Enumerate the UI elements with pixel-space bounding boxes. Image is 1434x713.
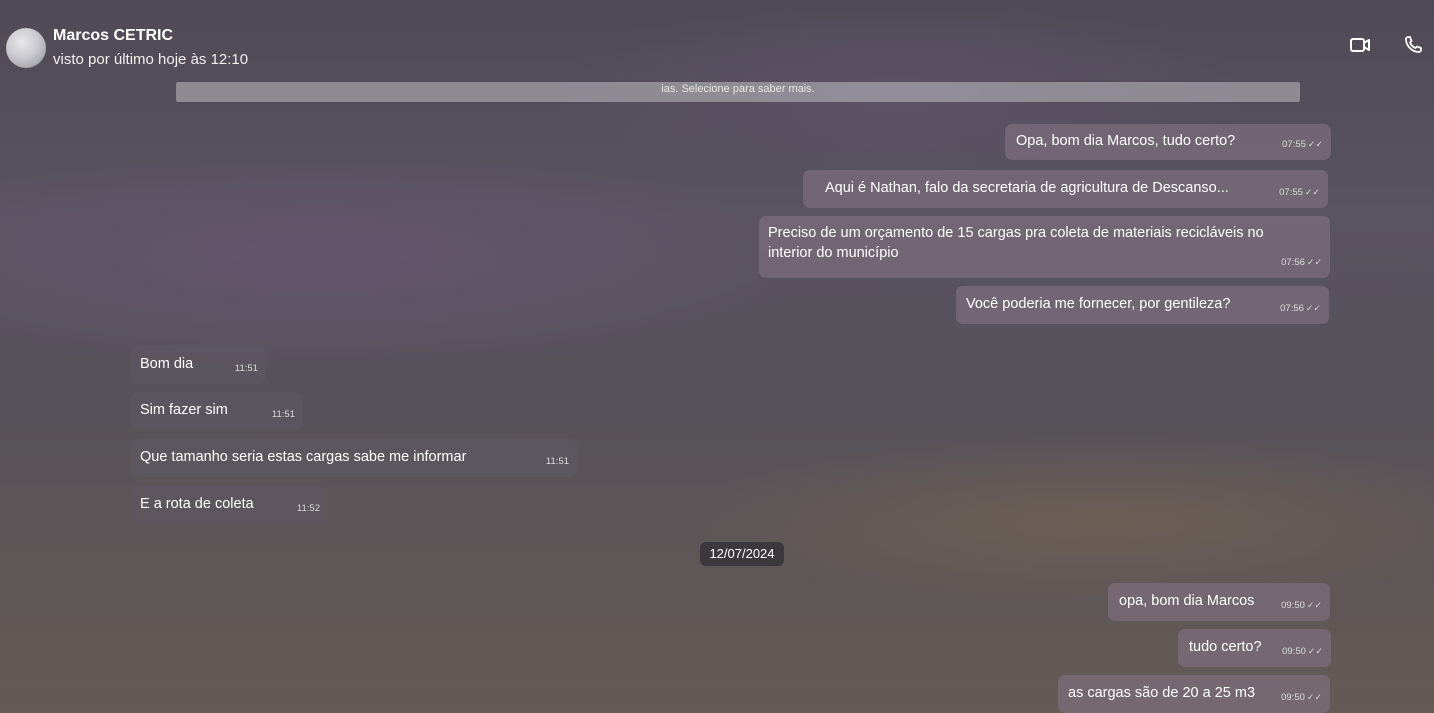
message-bubble-outgoing[interactable]: Preciso de um orçamento de 15 cargas pra… — [759, 216, 1330, 278]
banner-text: ias. Selecione para saber mais. — [661, 83, 815, 95]
message-bubble-outgoing[interactable]: opa, bom dia Marcos 09:50 ✓✓ — [1108, 583, 1330, 621]
message-bubble-incoming[interactable]: Bom dia 11:51 — [131, 346, 266, 384]
message-text: as cargas são de 20 a 25 m3 — [1068, 685, 1256, 701]
read-receipt-icon: ✓✓ — [1306, 257, 1322, 267]
encryption-info-banner[interactable]: ias. Selecione para saber mais. — [176, 82, 1300, 102]
video-camera-icon[interactable] — [1348, 34, 1372, 56]
read-receipt-icon: ✓✓ — [1307, 139, 1323, 149]
message-time: 07:56 ✓✓ — [1280, 303, 1321, 314]
message-text: Bom dia — [140, 356, 194, 372]
message-time: 11:51 — [545, 456, 569, 467]
message-time: 07:55 ✓✓ — [1282, 139, 1323, 150]
message-time: 09:50 ✓✓ — [1281, 692, 1322, 703]
message-time: 09:50 ✓✓ — [1281, 600, 1322, 611]
message-time: 11:52 — [296, 503, 320, 514]
read-receipt-icon: ✓✓ — [1307, 646, 1323, 656]
message-text: Aqui é Nathan, falo da secretaria de agr… — [825, 180, 1229, 196]
message-bubble-outgoing[interactable]: Você poderia me fornecer, por gentileza?… — [956, 286, 1329, 324]
message-text: E a rota de coleta — [140, 496, 254, 512]
message-bubble-outgoing[interactable]: Aqui é Nathan, falo da secretaria de agr… — [803, 170, 1328, 208]
read-receipt-icon: ✓✓ — [1306, 600, 1322, 610]
message-text: Que tamanho seria estas cargas sabe me i… — [140, 449, 467, 465]
message-text: tudo certo? — [1189, 639, 1262, 655]
message-time: 11:51 — [234, 363, 258, 374]
last-seen-status: visto por último hoje às 12:10 — [53, 51, 249, 68]
message-bubble-incoming[interactable]: Que tamanho seria estas cargas sabe me i… — [131, 439, 577, 477]
message-time: 07:55 ✓✓ — [1279, 187, 1320, 198]
date-separator: 12/07/2024 — [700, 542, 784, 566]
message-time: 07:56 ✓✓ — [1281, 257, 1322, 268]
message-bubble-incoming[interactable]: Sim fazer sim 11:51 — [131, 392, 303, 430]
phone-icon[interactable] — [1402, 34, 1426, 56]
chat-header: Marcos CETRIC visto por último hoje às 1… — [0, 0, 1434, 84]
message-text: Opa, bom dia Marcos, tudo certo? — [1016, 133, 1236, 149]
message-text: opa, bom dia Marcos — [1119, 593, 1255, 609]
message-time: 11:51 — [271, 409, 295, 420]
message-bubble-incoming[interactable]: E a rota de coleta 11:52 — [131, 486, 328, 524]
read-receipt-icon: ✓✓ — [1304, 187, 1320, 197]
read-receipt-icon: ✓✓ — [1305, 303, 1321, 313]
message-bubble-outgoing[interactable]: tudo certo? 09:50 ✓✓ — [1178, 629, 1331, 667]
message-text: Sim fazer sim — [140, 402, 228, 418]
contact-name[interactable]: Marcos CETRIC — [53, 27, 173, 45]
message-bubble-outgoing[interactable]: Opa, bom dia Marcos, tudo certo? 07:55 ✓✓ — [1005, 124, 1331, 160]
message-bubble-outgoing[interactable]: as cargas são de 20 a 25 m3 09:50 ✓✓ — [1058, 675, 1330, 713]
read-receipt-icon: ✓✓ — [1306, 692, 1322, 702]
message-text: Você poderia me fornecer, por gentileza? — [966, 296, 1231, 312]
contact-avatar[interactable] — [6, 28, 46, 68]
message-time: 09:50 ✓✓ — [1282, 646, 1323, 657]
message-text: Preciso de um orçamento de 15 cargas pra… — [768, 225, 1264, 261]
